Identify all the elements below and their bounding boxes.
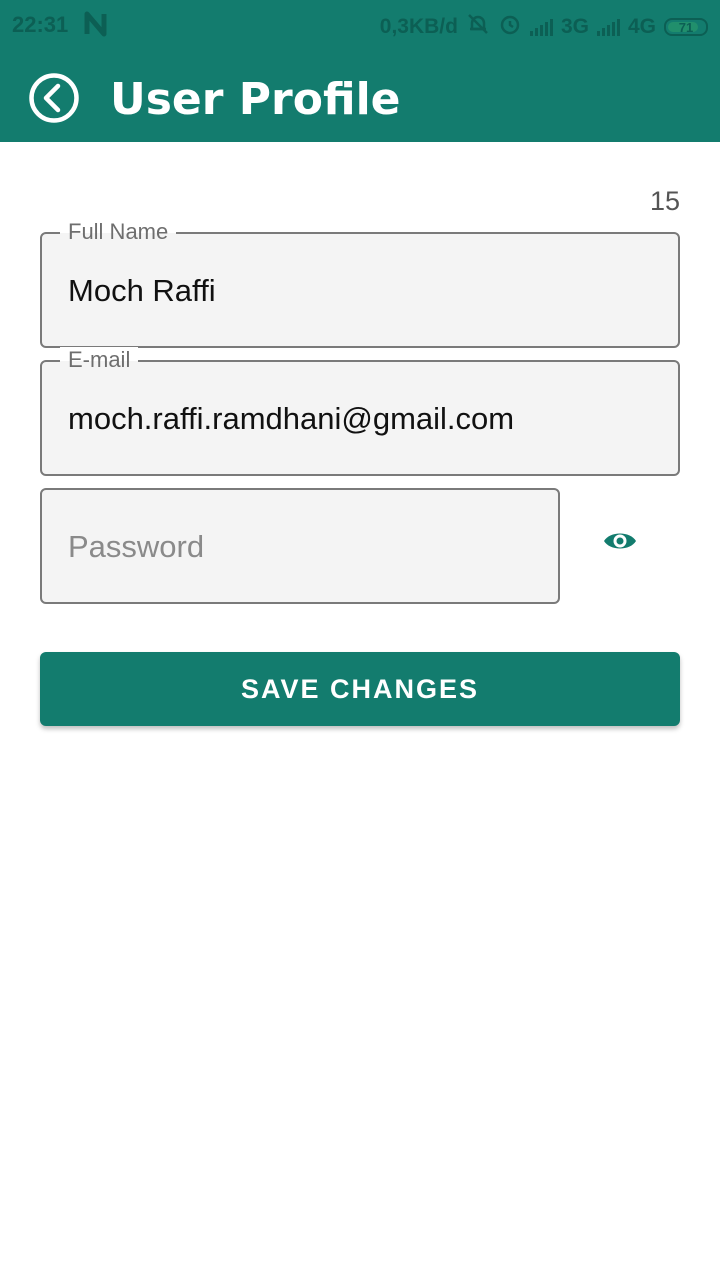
signal-icon: [596, 18, 620, 36]
bell-muted-icon: [466, 12, 490, 42]
network-speed: 0,3KB/d: [379, 15, 458, 38]
n-notification-icon: [84, 10, 108, 43]
battery-level: 71: [678, 19, 694, 35]
back-button[interactable]: [28, 72, 80, 124]
page-title: User Profile: [110, 74, 401, 125]
eye-icon[interactable]: [602, 524, 638, 558]
signal-icon: [529, 18, 553, 36]
signal-4g-label: 4G: [627, 15, 656, 38]
full-name-label: Full Name: [60, 219, 177, 245]
email-label: E-mail: [60, 347, 139, 373]
save-changes-button[interactable]: SAVE CHANGES: [40, 652, 680, 726]
email-field[interactable]: E-mail moch.raffi.ramdhani@gmail.com: [40, 347, 680, 476]
alarm-icon: [498, 12, 522, 42]
full-name-value[interactable]: Moch Raffi: [68, 272, 216, 310]
app-bar: 22:31 0,3KB/d 3G 4G 71 User Profile: [0, 0, 720, 142]
back-arrow-circle-icon: [29, 73, 79, 123]
full-name-field[interactable]: Full Name Moch Raffi: [40, 219, 680, 348]
battery-icon: 71: [664, 18, 708, 36]
email-value[interactable]: moch.raffi.ramdhani@gmail.com: [68, 400, 514, 438]
password-field[interactable]: Password: [40, 488, 560, 604]
status-bar: 22:31 0,3KB/d 3G 4G 71: [0, 0, 720, 52]
status-right-group: 0,3KB/d 3G 4G 71: [380, 12, 708, 42]
status-time: 22:31: [12, 12, 69, 37]
signal-3g-label: 3G: [560, 15, 589, 38]
password-placeholder[interactable]: Password: [68, 528, 204, 566]
character-counter: 15: [649, 186, 680, 216]
